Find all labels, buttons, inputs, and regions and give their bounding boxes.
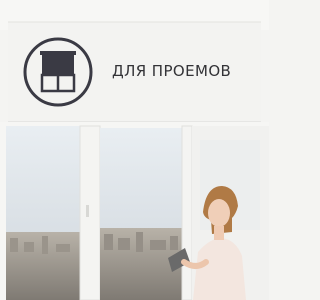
category-label: ДЛЯ ПРОЕМОВ <box>112 62 232 80</box>
window-scene <box>0 0 269 300</box>
